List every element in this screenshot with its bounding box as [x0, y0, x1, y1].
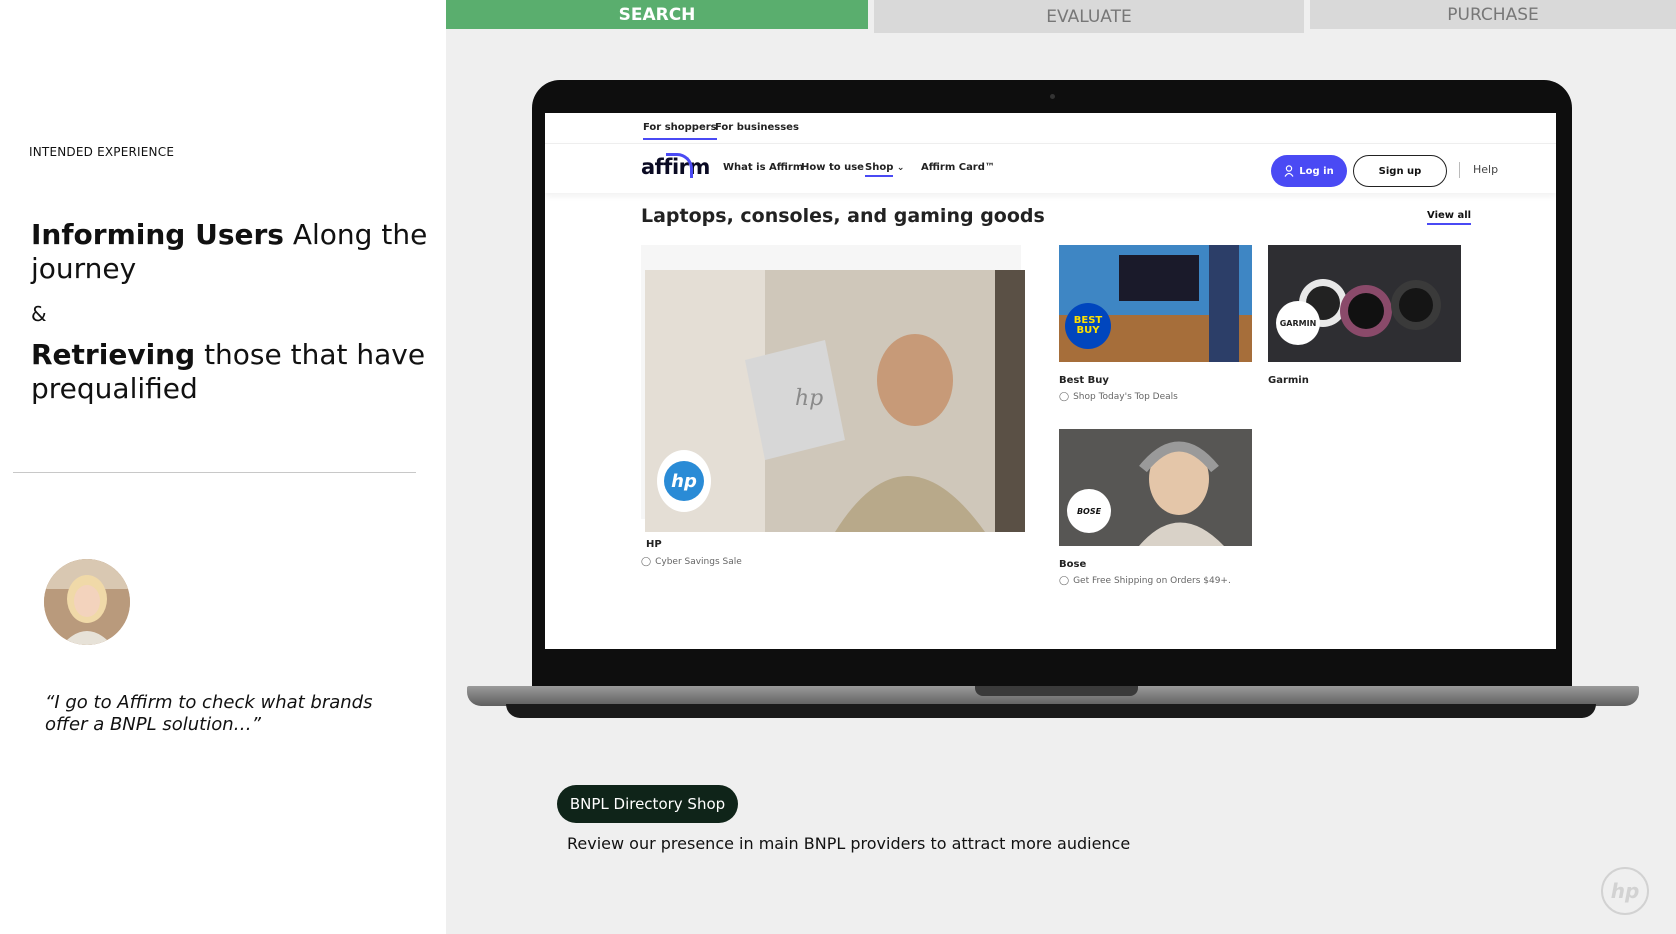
- nav-shop[interactable]: Shop ⌄: [865, 162, 905, 177]
- hp-card-image[interactable]: hp hp: [645, 270, 1025, 532]
- headline2-bold: Retrieving: [31, 338, 196, 371]
- bestbuy-card-image[interactable]: BEST BUY: [1059, 245, 1252, 362]
- laptop-trackpad-notch: [975, 686, 1138, 696]
- bestbuy-logo: BEST BUY: [1065, 303, 1111, 349]
- nav-affirm-card[interactable]: Affirm Card™: [921, 162, 995, 173]
- persona-quote: “I go to Affirm to check what brands off…: [45, 692, 373, 735]
- hp-logo-badge: hp: [657, 450, 711, 512]
- tag-icon: ◯: [641, 557, 652, 567]
- hp-deal: ◯ Cyber Savings Sale: [641, 557, 742, 567]
- hp-logo-icon: hp: [664, 461, 704, 501]
- stage-search: SEARCH: [446, 0, 868, 29]
- login-button[interactable]: Log in: [1271, 155, 1347, 187]
- tag-icon: ◯: [1059, 576, 1070, 586]
- affirm-main-nav: affirm What is Affirm How to use Shop ⌄ …: [545, 143, 1556, 193]
- section-eyebrow: INTENDED EXPERIENCE: [29, 145, 175, 159]
- headline-bold: Informing Users: [31, 218, 284, 251]
- help-link[interactable]: Help: [1473, 163, 1498, 176]
- hp-brand-name[interactable]: HP: [646, 539, 662, 550]
- headline-informing: Informing Users Along the journey: [31, 218, 431, 286]
- stage-evaluate: EVALUATE: [874, 0, 1304, 33]
- bnpl-directory-pill: BNPL Directory Shop: [557, 785, 738, 823]
- hp-watermark-logo: hp: [1601, 867, 1649, 915]
- bose-logo: BOSE: [1067, 489, 1111, 533]
- tab-for-businesses[interactable]: For businesses: [715, 122, 799, 133]
- hp-deal-text: Cyber Savings Sale: [655, 557, 742, 567]
- bestbuy-deal-text: Shop Today's Top Deals: [1073, 392, 1178, 402]
- laptop-screen: For shoppers For businesses affirm What …: [545, 113, 1556, 649]
- signup-button[interactable]: Sign up: [1353, 155, 1447, 187]
- bestbuy-deal: ◯ Shop Today's Top Deals: [1059, 392, 1178, 402]
- stage-purchase: PURCHASE: [1310, 0, 1676, 29]
- tab-for-shoppers[interactable]: For shoppers: [643, 122, 717, 140]
- headline-retrieving: Retrieving those that have prequalified: [31, 338, 431, 406]
- ampersand: &: [31, 302, 47, 326]
- bose-card-image[interactable]: BOSE: [1059, 429, 1252, 546]
- divider: [13, 472, 416, 473]
- nav-separator: [1459, 162, 1460, 178]
- laptop-bottom: [506, 704, 1596, 718]
- right-panel: SEARCH EVALUATE PURCHASE For shoppers Fo…: [446, 0, 1676, 934]
- left-panel: INTENDED EXPERIENCE Informing Users Alon…: [0, 0, 446, 934]
- nav-how-to-use[interactable]: How to use: [801, 162, 864, 173]
- bestbuy-brand-name[interactable]: Best Buy: [1059, 375, 1109, 386]
- user-icon: [1284, 165, 1294, 177]
- garmin-logo: GARMIN: [1276, 301, 1320, 345]
- nav-shop-label: Shop: [865, 162, 894, 177]
- tag-icon: ◯: [1059, 392, 1070, 402]
- garmin-card-image[interactable]: GARMIN: [1268, 245, 1461, 362]
- affirm-audience-tabs: For shoppers For businesses: [545, 113, 1556, 144]
- nav-what-is-affirm[interactable]: What is Affirm: [723, 162, 803, 173]
- persona-avatar: [44, 559, 130, 645]
- bose-deal-text: Get Free Shipping on Orders $49+.: [1073, 576, 1231, 586]
- garmin-brand-name[interactable]: Garmin: [1268, 375, 1309, 386]
- callout-caption: Review our presence in main BNPL provide…: [567, 834, 1131, 853]
- svg-text:hp: hp: [795, 386, 823, 411]
- chevron-down-icon: ⌄: [896, 163, 905, 173]
- section-title: Laptops, consoles, and gaming goods: [641, 205, 1045, 227]
- login-label: Log in: [1299, 165, 1334, 177]
- view-all-link[interactable]: View all: [1427, 210, 1472, 225]
- laptop-camera: [1050, 94, 1055, 99]
- bose-brand-name[interactable]: Bose: [1059, 559, 1086, 570]
- bose-deal: ◯ Get Free Shipping on Orders $49+.: [1059, 576, 1231, 586]
